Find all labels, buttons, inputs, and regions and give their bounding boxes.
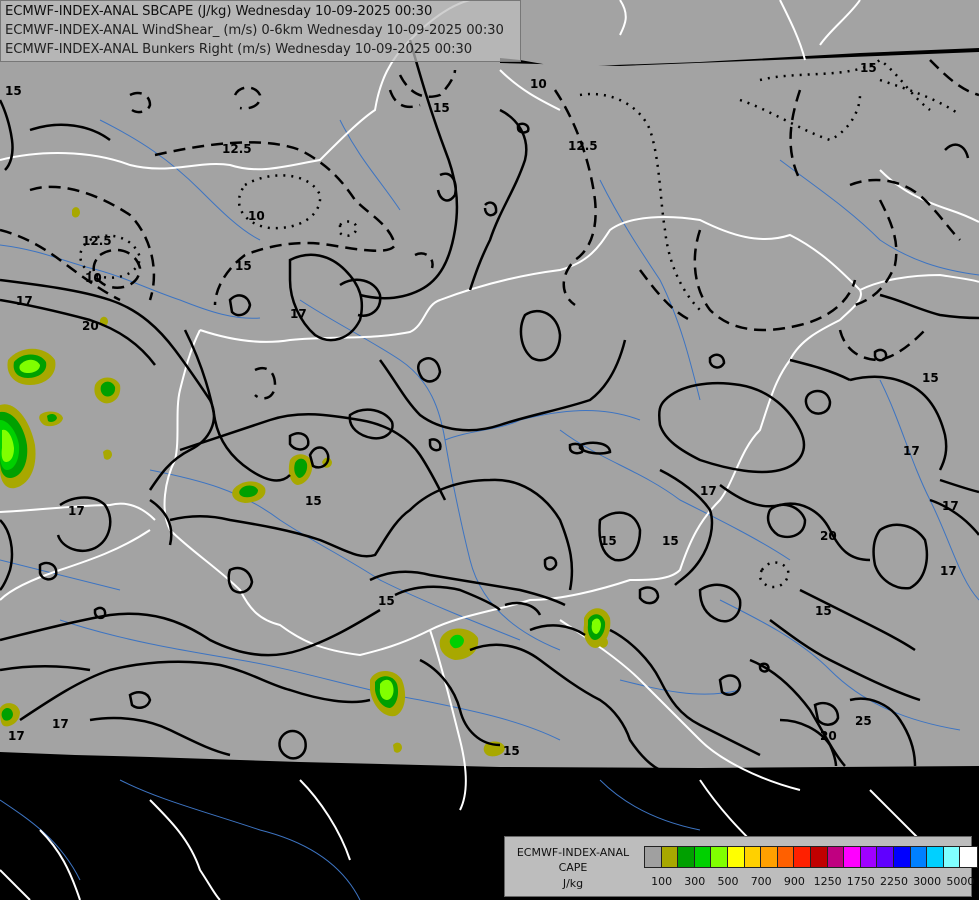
title-line-windshear: ECMWF-INDEX-ANAL WindShear_ (m/s) 0-6km … <box>5 23 504 38</box>
contour-label-17: 17 <box>52 717 69 731</box>
legend-swatch <box>827 847 845 867</box>
contour-label-20: 20 <box>82 319 99 333</box>
legend-tick-label: 5000 <box>946 875 975 888</box>
contour-label-15: 15 <box>305 494 322 508</box>
contour-label-17: 17 <box>16 294 33 308</box>
title-line-bunkers: ECMWF-INDEX-ANAL Bunkers Right (m/s) Wed… <box>5 42 472 57</box>
legend-swatch <box>711 847 728 867</box>
title-line-sbcape: ECMWF-INDEX-ANAL SBCAPE (J/kg) Wednesday… <box>5 4 432 19</box>
legend-tick-label: 3000 <box>913 875 942 888</box>
contour-label-15: 15 <box>600 534 617 548</box>
legend-swatch <box>810 847 828 867</box>
legend-swatch <box>877 847 894 867</box>
map-canvas: 12.5 10 10 12.5 10 12.5 15 15 17 17 20 1… <box>0 0 979 900</box>
legend-tick-label: 900 <box>783 875 805 888</box>
contour-label-15: 15 <box>378 594 395 608</box>
contour-label-25: 25 <box>855 714 872 728</box>
contour-label-15: 15 <box>433 101 450 115</box>
legend-color-scale <box>644 846 978 868</box>
contour-label-17: 17 <box>8 729 25 743</box>
contour-label-15: 15 <box>860 61 877 75</box>
legend-tick-labels: 100 300 500 700 900 1250 1750 2250 3000 5000 <box>644 875 974 891</box>
legend-tick-label: 700 <box>750 875 772 888</box>
contour-label-10: 10 <box>85 271 102 285</box>
legend-model-name: ECMWF-INDEX-ANAL <box>516 846 630 859</box>
legend-field: CAPE <box>558 861 588 874</box>
legend-swatch <box>794 847 811 867</box>
legend-swatch <box>960 847 977 867</box>
contour-label-15: 15 <box>5 84 22 98</box>
legend-swatch <box>678 847 695 867</box>
legend-swatch <box>645 847 662 867</box>
contour-label-10: 10 <box>248 209 265 223</box>
contour-label-12-5: 12.5 <box>82 234 112 248</box>
legend-tick-label: 100 <box>651 875 673 888</box>
model-domain <box>0 0 979 768</box>
contour-label-17: 17 <box>903 444 920 458</box>
contour-label-17: 17 <box>700 484 717 498</box>
legend-tick-label: 1250 <box>813 875 842 888</box>
contour-label-15: 15 <box>662 534 679 548</box>
legend-tick-label: 1750 <box>846 875 875 888</box>
contour-label-17: 17 <box>68 504 85 518</box>
contour-label-20: 20 <box>820 729 837 743</box>
legend-swatch <box>893 847 911 867</box>
legend-tick-label: 500 <box>717 875 739 888</box>
legend-tick-label: 300 <box>684 875 706 888</box>
contour-label-10: 10 <box>530 77 547 91</box>
title-box: ECMWF-INDEX-ANAL SBCAPE (J/kg) Wednesday… <box>0 0 521 62</box>
legend-swatch <box>744 847 762 867</box>
legend-swatch <box>910 847 928 867</box>
legend-swatch <box>761 847 778 867</box>
legend-swatch <box>727 847 745 867</box>
contour-label-15: 15 <box>235 259 252 273</box>
title-field-desc: WindShear_ (m/s) 0-6km Wednesday 10-09-2… <box>142 23 504 38</box>
contour-label-15: 15 <box>503 744 520 758</box>
title-field-desc: Bunkers Right (m/s) Wednesday 10-09-2025… <box>142 42 473 57</box>
contour-label-17: 17 <box>290 307 307 321</box>
title-model-name: ECMWF-INDEX-ANAL <box>5 42 139 57</box>
cape-legend: ECMWF-INDEX-ANAL CAPE J/kg 100 300 500 700 9… <box>504 836 978 897</box>
legend-swatch <box>661 847 679 867</box>
title-field-desc: SBCAPE (J/kg) Wednesday 10-09-2025 00:30 <box>142 4 433 19</box>
legend-swatch <box>694 847 712 867</box>
contour-label-12-5: 12.5 <box>222 142 252 156</box>
legend-swatch <box>844 847 861 867</box>
legend-unit: J/kg <box>562 877 584 890</box>
contour-label-17: 17 <box>942 499 959 513</box>
contour-label-12-5: 12.5 <box>568 139 598 153</box>
legend-swatch <box>860 847 878 867</box>
contour-label-20: 20 <box>820 529 837 543</box>
contour-label-17: 17 <box>940 564 957 578</box>
legend-swatch <box>777 847 795 867</box>
legend-swatch <box>943 847 961 867</box>
title-model-name: ECMWF-INDEX-ANAL <box>5 4 139 19</box>
legend-swatch <box>927 847 944 867</box>
title-model-name: ECMWF-INDEX-ANAL <box>5 23 139 38</box>
contour-label-15: 15 <box>815 604 832 618</box>
legend-tick-label: 2250 <box>880 875 908 888</box>
contour-label-15: 15 <box>922 371 939 385</box>
